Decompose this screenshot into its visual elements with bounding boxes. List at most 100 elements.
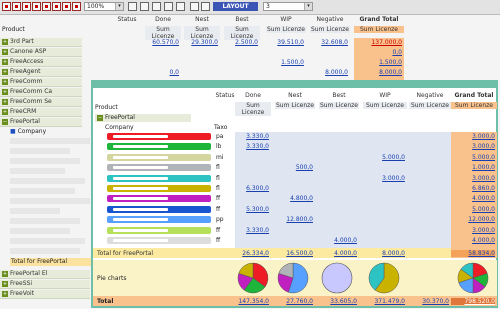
back-cell[interactable]: 60.570,0 [145, 39, 179, 46]
back-row-freevoit[interactable]: + FreeVoit [0, 290, 90, 299]
company-rows: pa 3.330,0 3.000,0 lb 3.330,0 3.000,0 mi 5.000,… [93, 132, 497, 247]
row-cell[interactable]: 3.000,0 [363, 175, 405, 182]
grand-gt-cell[interactable]: 798.520,0 [451, 298, 495, 305]
row-gt-cell[interactable]: 3.000,0 [451, 133, 495, 140]
back-gt-cell[interactable]: 8.000,0 [354, 69, 402, 76]
grand-cell[interactable]: 30.370,0 [409, 298, 449, 305]
back-cell[interactable]: 8.000,0 [310, 69, 348, 76]
row-gt-cell[interactable]: 6.860,0 [451, 185, 495, 192]
grand-cell[interactable]: 147.354,0 [235, 298, 269, 305]
total-cell[interactable]: 16.500,0 [275, 250, 313, 257]
back-row-freeaccess[interactable]: + FreeAccess [0, 58, 82, 67]
back-row-3rdpart[interactable]: +3rd Part [0, 38, 82, 47]
layout-select[interactable]: 3 ▾ [263, 2, 313, 11]
refresh-icon[interactable] [190, 2, 199, 11]
settings-icon[interactable] [152, 2, 161, 11]
back-row-freessi[interactable]: + FreeSSi [0, 280, 90, 289]
last-icon[interactable] [176, 2, 185, 11]
row-cell[interactable]: 3.330,0 [235, 227, 269, 234]
row-gt-cell[interactable]: 4.000,0 [451, 237, 495, 244]
expand-icon[interactable]: + [2, 88, 8, 95]
back-row-freeportal[interactable]: − FreePortal [0, 118, 82, 127]
expand-icon[interactable]: + [2, 108, 8, 115]
total-gt-cell[interactable]: 58.834,0 [451, 250, 495, 257]
expand-icon[interactable]: + [2, 78, 8, 85]
back-row-canone[interactable]: + Canone ASP [0, 48, 82, 57]
row-cell[interactable]: 4.800,0 [275, 195, 313, 202]
back-cell[interactable]: 29.300,0 [184, 39, 218, 46]
back-sum-wip: Sum Licenze [266, 26, 306, 33]
print-icon[interactable] [32, 2, 41, 11]
row-cell[interactable]: 5.300,0 [235, 206, 269, 213]
back-cell[interactable]: 0,0 [145, 69, 179, 76]
row-cell[interactable]: 6.300,0 [235, 185, 269, 192]
swap-icon[interactable] [72, 2, 81, 11]
collapse-icon[interactable]: − [2, 118, 8, 125]
expand-icon[interactable]: + [2, 280, 8, 287]
row-gt-cell[interactable]: 12.000,0 [451, 216, 495, 223]
back-row-freeagent[interactable]: + FreeAgent [0, 68, 82, 77]
expand-icon[interactable]: + [2, 48, 8, 55]
back-row-freecrm[interactable]: + FreeCRM [0, 108, 82, 117]
taxo-code: ff [216, 226, 221, 234]
help-icon[interactable] [201, 2, 210, 11]
col-best: Best [332, 92, 346, 99]
row-gt-cell[interactable]: 5.000,0 [451, 154, 495, 161]
total-cell[interactable]: 8.000,0 [363, 250, 405, 257]
open-icon[interactable] [12, 2, 21, 11]
back-row-freecommca[interactable]: + FreeComm Ca [0, 88, 82, 97]
row-cell[interactable]: 5.000,0 [363, 154, 405, 161]
save-icon[interactable] [22, 2, 31, 11]
row-gt-cell[interactable]: 1.000,0 [451, 164, 495, 171]
prev-icon[interactable] [140, 2, 149, 11]
back-company-row [10, 158, 80, 164]
row-gt-cell[interactable]: 4.000,0 [451, 195, 495, 202]
back-gt-cell[interactable]: 137.000,0 [354, 39, 402, 46]
grand-cell[interactable]: 27.760,0 [275, 298, 313, 305]
pie-charts [237, 262, 489, 294]
row-cell[interactable]: 3.330,0 [235, 143, 269, 150]
grand-total-label: Total [97, 298, 114, 305]
back-company-row [10, 148, 70, 154]
back-cell[interactable]: 32.608,0 [310, 39, 348, 46]
back-row-freeportalel[interactable]: + FreePortal El [0, 270, 90, 279]
row-cell[interactable]: 500,0 [275, 164, 313, 171]
back-gt-cell[interactable]: 0,0 [354, 49, 402, 56]
total-cell[interactable]: 4.000,0 [319, 250, 357, 257]
back-cell[interactable]: 1.500,0 [266, 59, 304, 66]
grand-cell[interactable]: 33.605,0 [319, 298, 357, 305]
expand-icon[interactable]: + [2, 98, 8, 105]
group-freeportal[interactable]: − FreePortal [95, 114, 191, 122]
grand-cell[interactable]: 371.479,0 [363, 298, 405, 305]
row-cell[interactable]: 4.000,0 [319, 237, 357, 244]
new-icon[interactable] [2, 2, 11, 11]
expand-icon[interactable]: + [2, 270, 8, 277]
zoom-select[interactable]: 100% ▾ [84, 2, 124, 11]
first-icon[interactable] [128, 2, 137, 11]
filter-icon[interactable] [62, 2, 71, 11]
export-icon[interactable] [42, 2, 51, 11]
expand-icon[interactable]: + [2, 38, 8, 45]
back-col-nest: Nest [195, 16, 209, 23]
row-gt-cell[interactable]: 3.000,0 [451, 143, 495, 150]
back-gt-cell[interactable]: 1.500,0 [354, 59, 402, 66]
next-icon[interactable] [164, 2, 173, 11]
window-titlebar[interactable] [93, 82, 496, 88]
back-row-freecomm[interactable]: + FreeComm [0, 78, 82, 87]
row-gt-cell[interactable]: 3.000,0 [451, 175, 495, 182]
expand-icon[interactable]: + [2, 290, 8, 297]
layout-button[interactable]: LAYOUT [213, 2, 258, 11]
back-cell[interactable]: 39.510,0 [266, 39, 304, 46]
row-gt-cell[interactable]: 5.000,0 [451, 206, 495, 213]
collapse-icon[interactable]: − [97, 114, 103, 121]
row-gt-cell[interactable]: 3.000,0 [451, 227, 495, 234]
row-cell[interactable]: 12.800,0 [275, 216, 313, 223]
chart-icon[interactable] [52, 2, 61, 11]
total-cell[interactable]: 26.334,0 [235, 250, 269, 257]
back-cell[interactable]: 2.500,0 [224, 39, 258, 46]
row-cell[interactable]: 3.330,0 [235, 133, 269, 140]
back-col-best: Best [235, 16, 249, 23]
expand-icon[interactable]: + [2, 68, 8, 75]
back-row-freecommse[interactable]: + FreeComm Se [0, 98, 82, 107]
expand-icon[interactable]: + [2, 58, 8, 65]
